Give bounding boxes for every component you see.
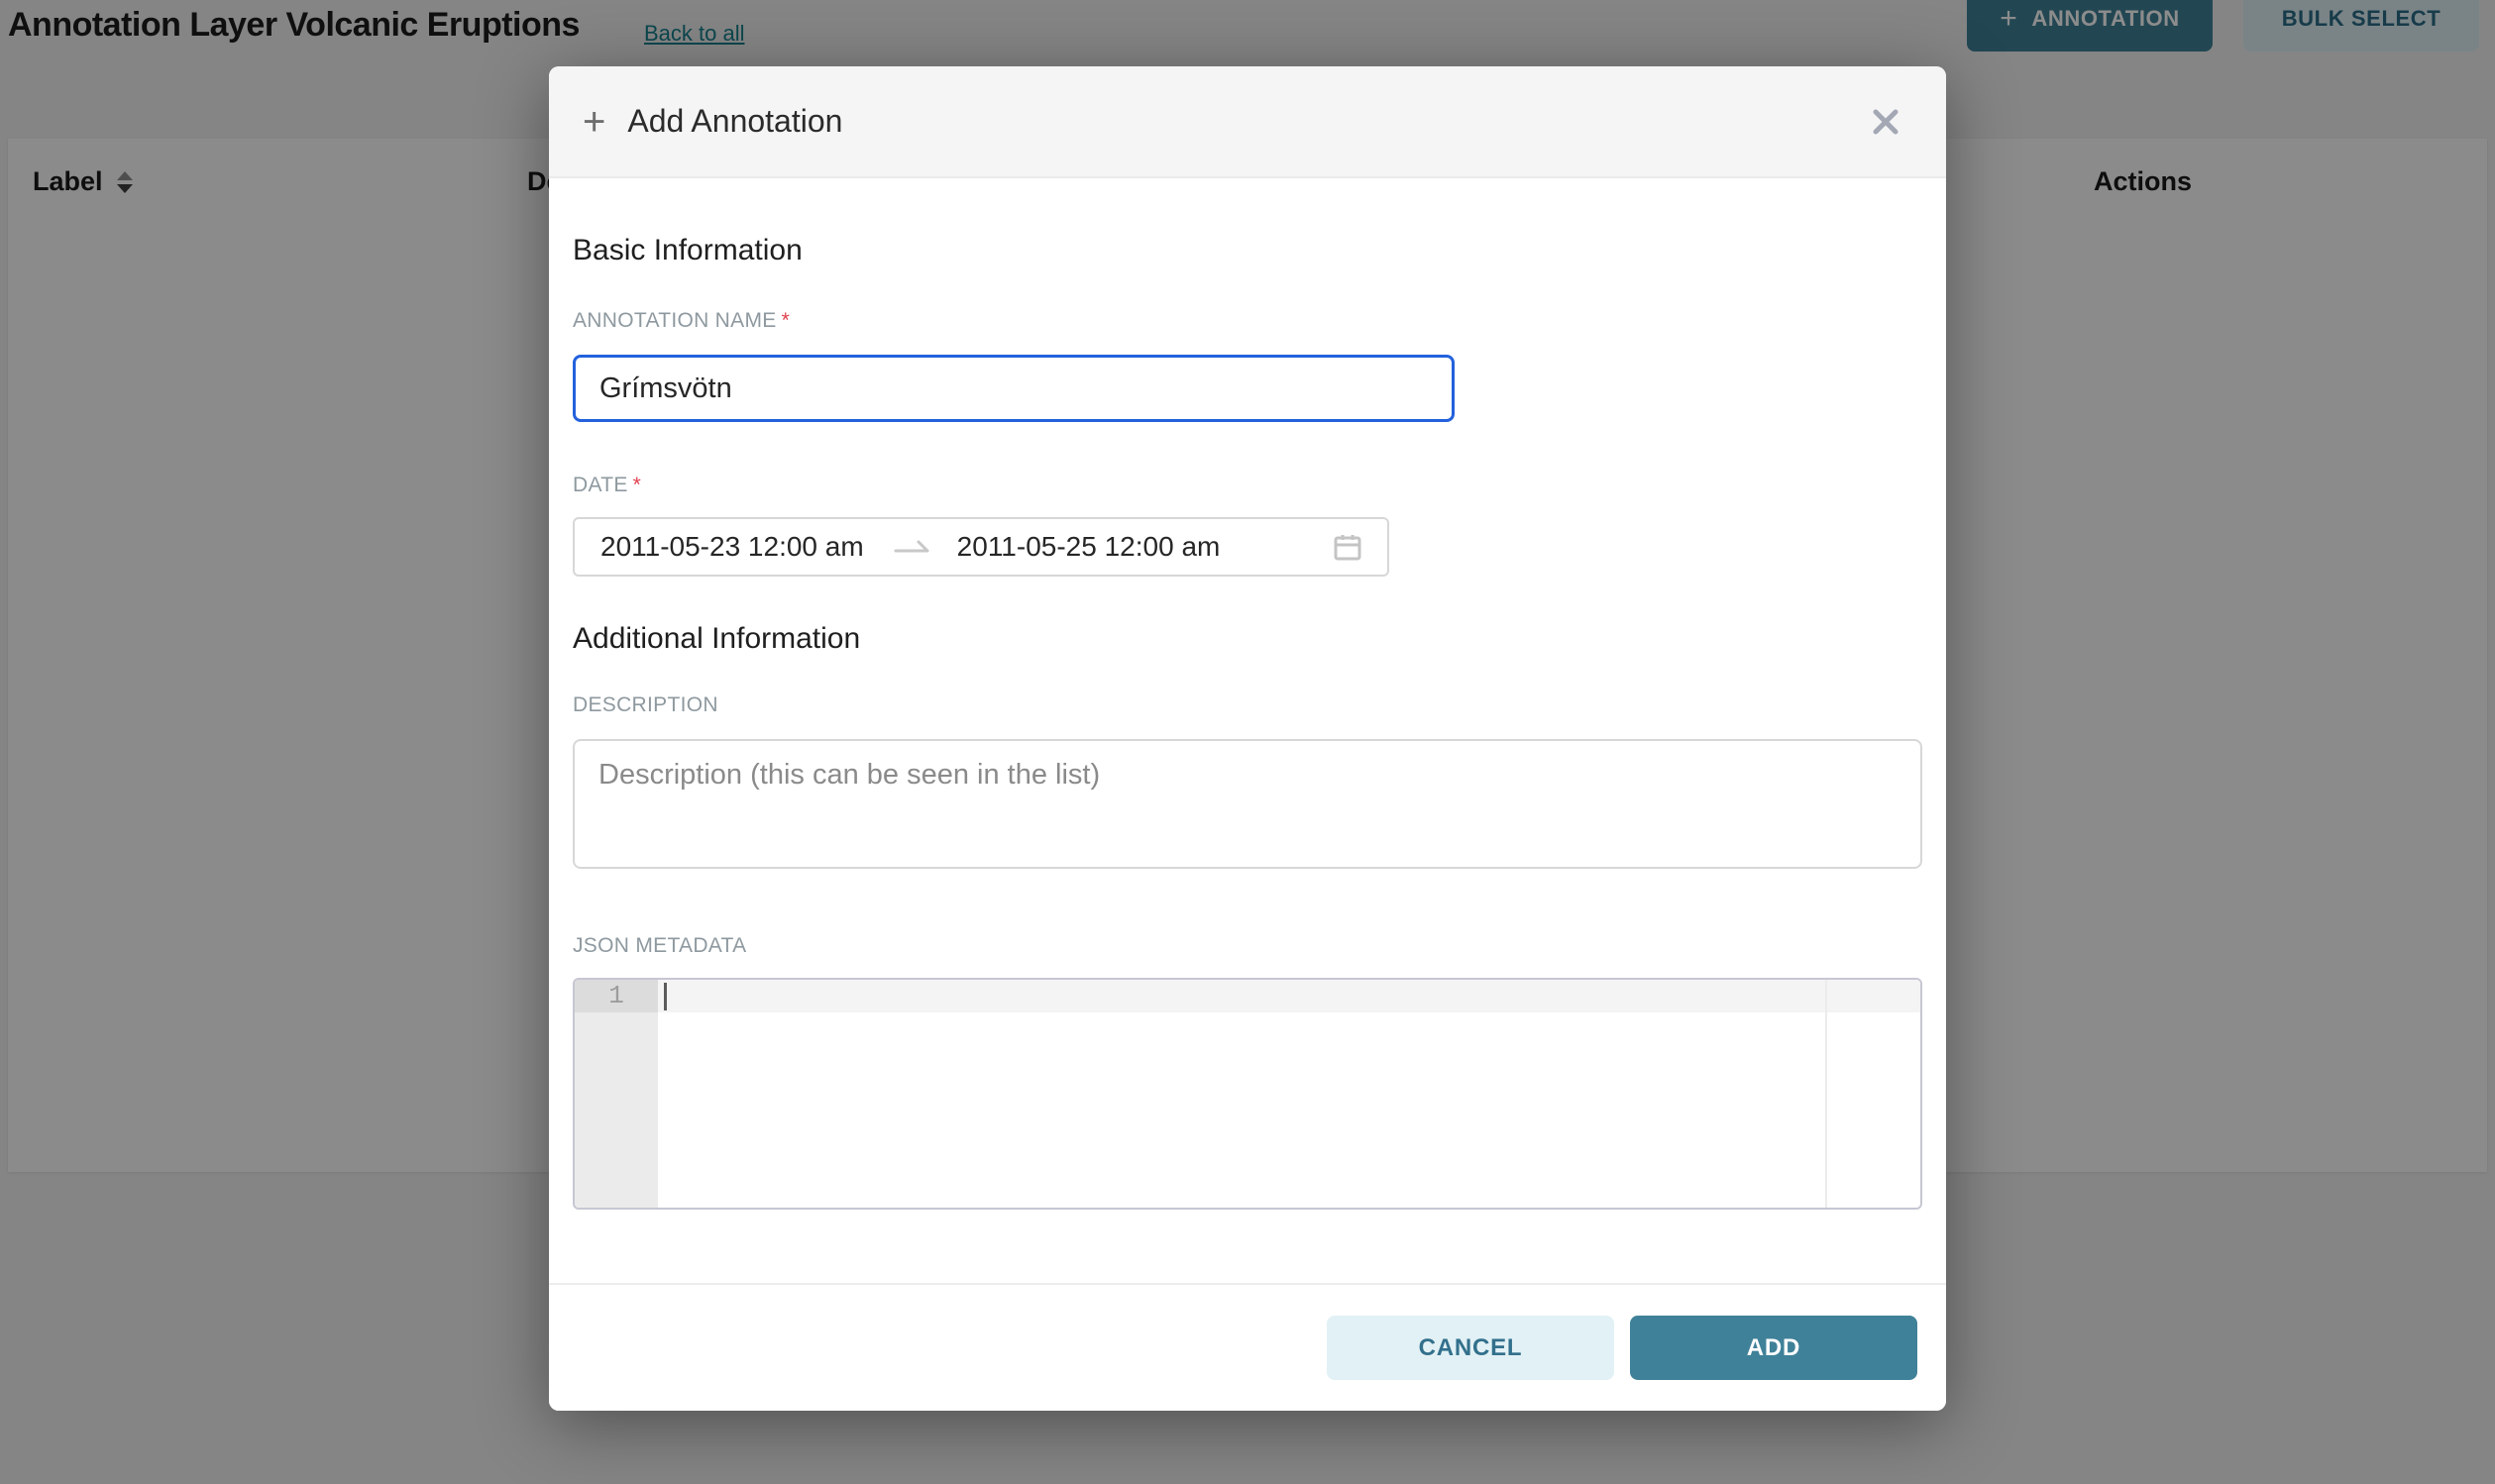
editor-print-margin (1825, 980, 1827, 1208)
date-start-value[interactable]: 2011-05-23 12:00 am (600, 531, 864, 563)
arrow-right-icon (894, 537, 931, 557)
json-metadata-editor[interactable]: 1 (573, 978, 1922, 1210)
cancel-button[interactable]: CANCEL (1327, 1316, 1614, 1380)
json-metadata-label: JSON METADATA (573, 934, 1922, 958)
modal-header: + Add Annotation (549, 66, 1946, 178)
annotation-name-label: ANNOTATION NAME* (573, 309, 1922, 333)
modal-body: Basic Information ANNOTATION NAME* DATE*… (549, 178, 1946, 1283)
close-icon[interactable] (1865, 101, 1906, 143)
editor-line-number: 1 (575, 980, 658, 1012)
add-button[interactable]: ADD (1630, 1316, 1917, 1380)
text-cursor (664, 983, 667, 1010)
modal-title: Add Annotation (627, 103, 842, 140)
editor-gutter: 1 (575, 980, 658, 1208)
date-end-value[interactable]: 2011-05-25 12:00 am (957, 531, 1221, 563)
date-range-picker[interactable]: 2011-05-23 12:00 am 2011-05-25 12:00 am (573, 517, 1389, 577)
date-label: DATE* (573, 474, 1922, 497)
description-label: DESCRIPTION (573, 693, 1922, 717)
required-mark: * (782, 309, 790, 332)
description-textarea[interactable] (573, 739, 1922, 869)
editor-active-line (658, 980, 1920, 1012)
section-basic-information: Basic Information (573, 232, 1922, 269)
section-additional-information: Additional Information (573, 620, 1922, 658)
required-mark: * (633, 474, 641, 496)
add-annotation-modal: + Add Annotation Basic Information ANNOT… (549, 66, 1946, 1411)
modal-footer: CANCEL ADD (549, 1283, 1946, 1411)
calendar-icon (1332, 531, 1363, 563)
plus-icon: + (583, 102, 605, 142)
annotation-name-input[interactable] (573, 355, 1455, 422)
